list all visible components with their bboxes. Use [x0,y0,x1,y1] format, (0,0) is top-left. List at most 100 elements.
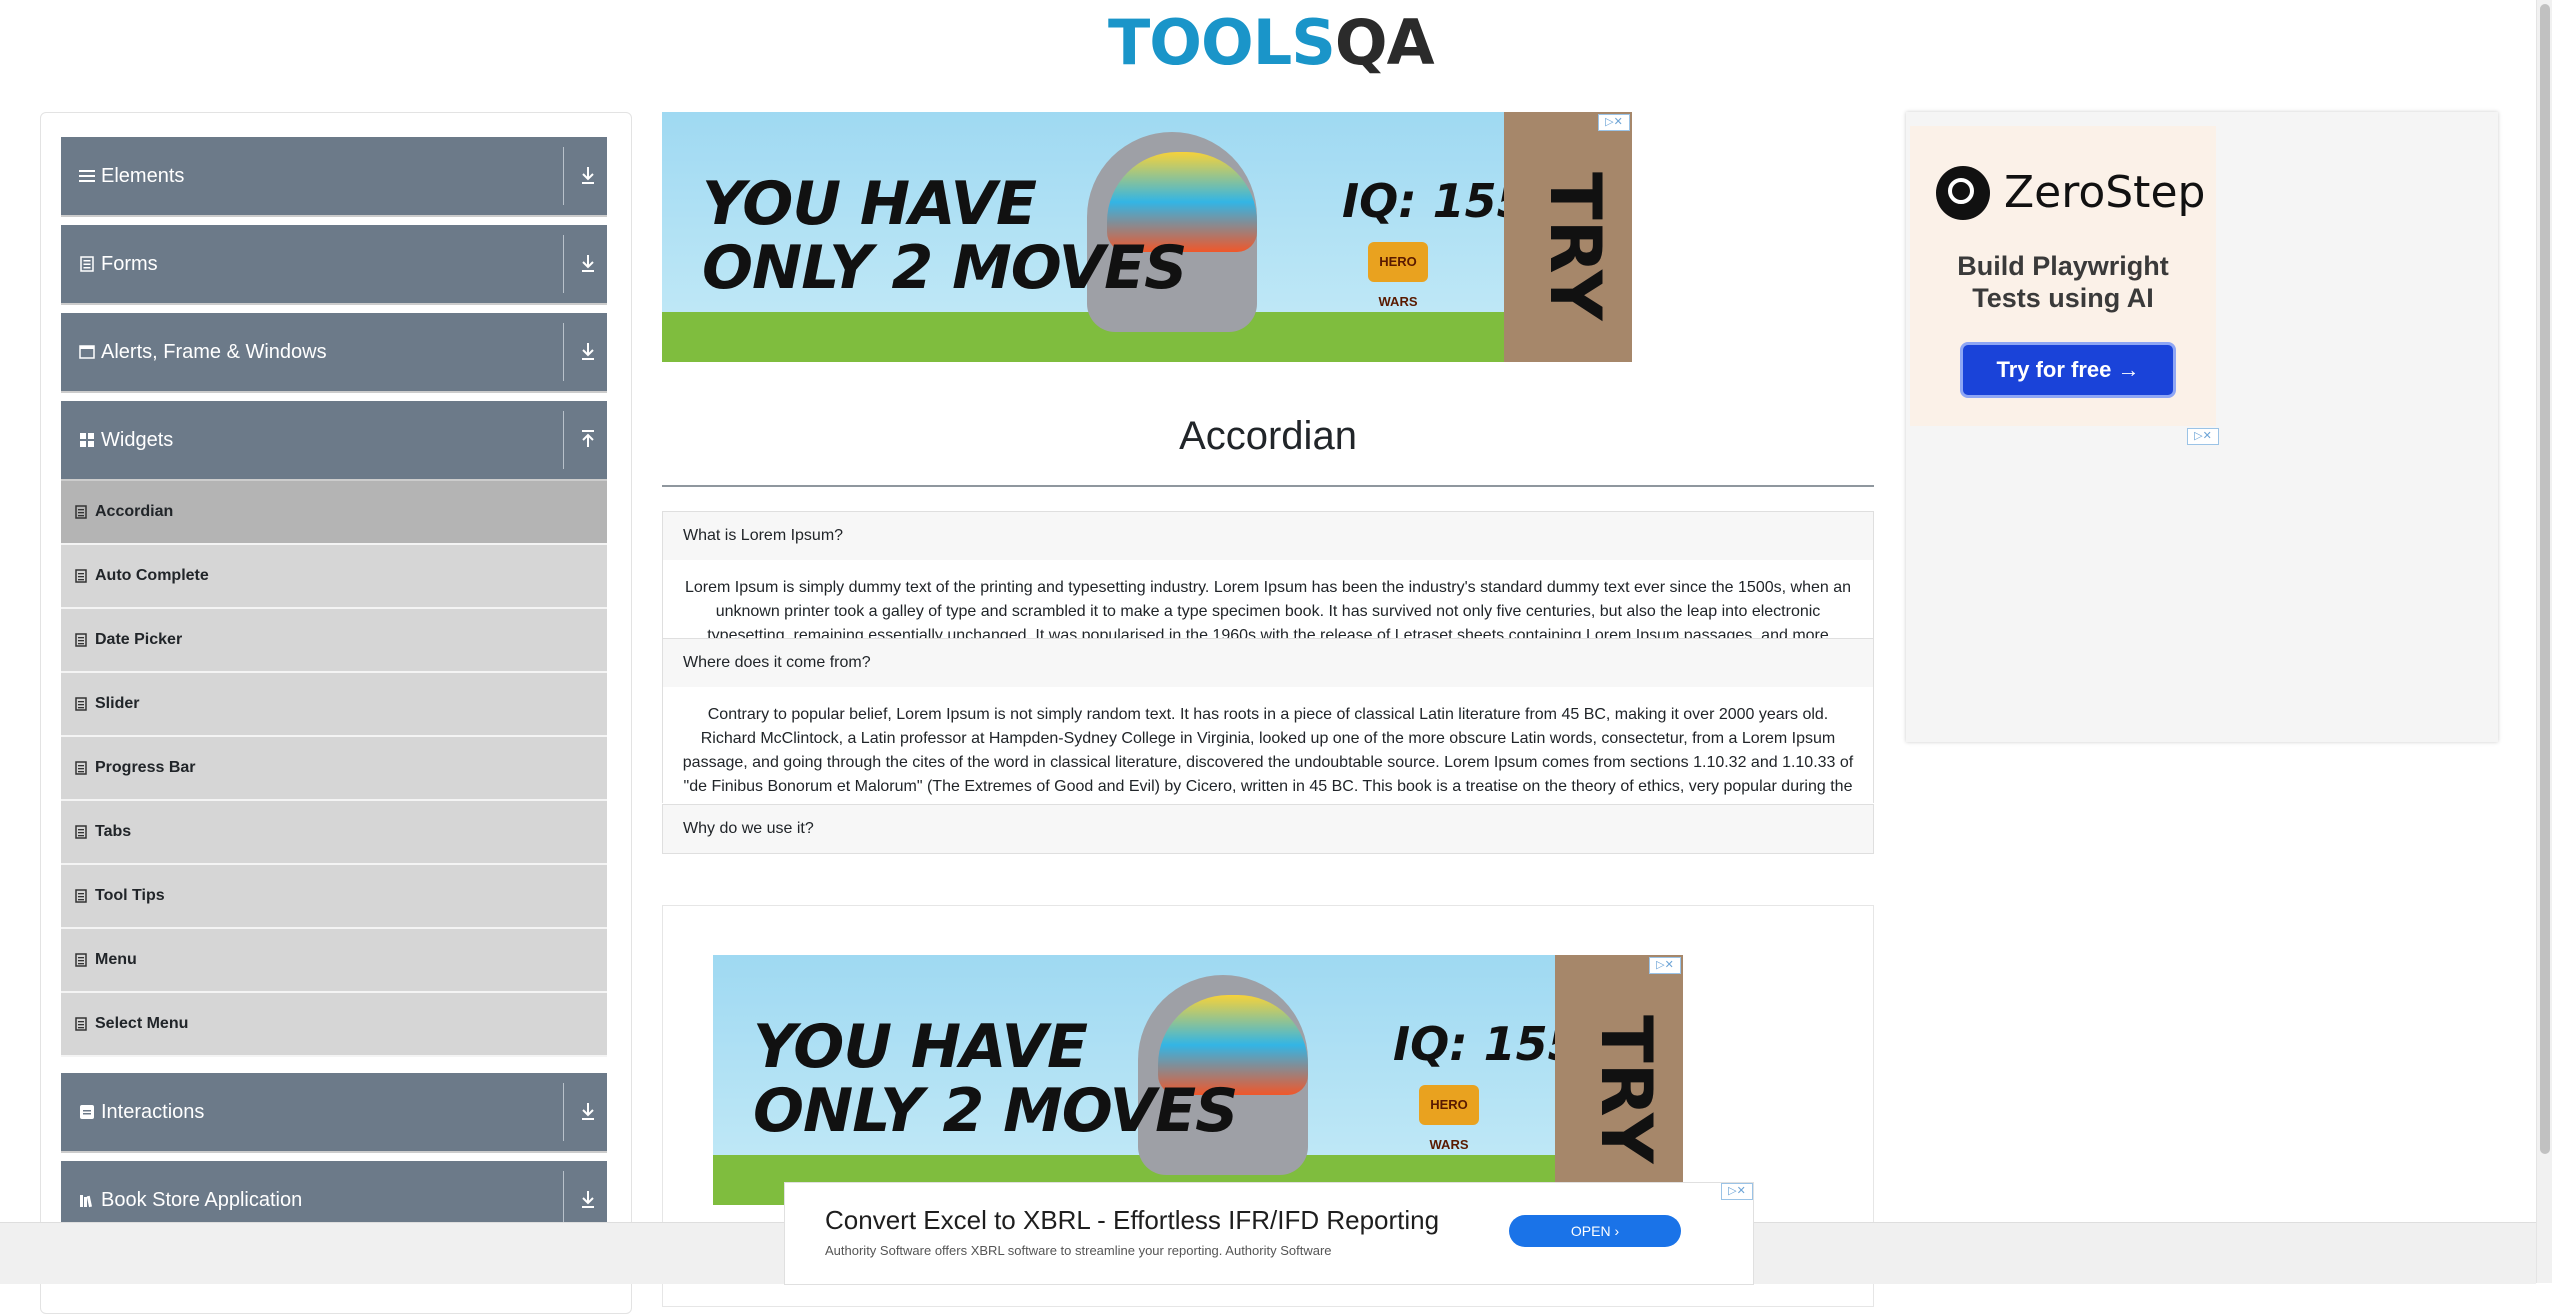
sidebar-group-label: Interactions [101,1100,205,1123]
sidebar-item-tabs[interactable]: Tabs [61,801,607,865]
sidebar-item-label: Accordian [95,503,174,520]
page-scrollbar[interactable] [2536,0,2552,1283]
sidebar-item-date-picker[interactable]: Date Picker [61,609,607,673]
open-button[interactable]: OPEN › [1509,1215,1681,1247]
sidebar-item-tool-tips[interactable]: Tool Tips [61,865,607,929]
sidebar-group-forms[interactable]: Forms [61,225,607,305]
ad-iq-text: IQ: 155 [1393,1017,1580,1071]
sidebar-item-progress-bar[interactable]: Progress Bar [61,737,607,801]
sidebar-group-widgets[interactable]: Widgets [61,401,607,481]
upload-icon[interactable] [577,428,599,450]
interactions-icon [80,1105,94,1119]
item-icon [75,697,87,711]
sidebar-group-label: Forms [101,252,158,275]
accordion-header-where-from[interactable]: Where does it come from? [662,638,1874,688]
ad-close-icon[interactable]: ▷✕ [1649,957,1681,974]
form-icon [80,256,94,272]
sidebar-group-label: Alerts, Frame & Windows [101,340,327,363]
zerostep-ad[interactable]: ZeroStep Build Playwright Tests using AI… [1910,126,2216,426]
ad-brand-logo: HERO WARS [1419,1085,1479,1152]
zerostep-name: ZeroStep [2004,167,2206,218]
accordion-body-text: Lorem Ipsum is simply dummy text of the … [685,579,1851,638]
ad-try-panel[interactable]: TRY [1555,955,1683,1205]
bottom-ad-title: Convert Excel to XBRL - Effortless IFR/I… [825,1205,1440,1235]
divider [563,147,564,205]
logo-part-tools: TOOLS [1108,6,1336,79]
accordion-header-label: Why do we use it? [683,820,814,837]
sidebar-item-label: Date Picker [95,631,183,648]
title-divider [662,485,1874,487]
ad-banner-top[interactable]: YOU HAVE ONLY 2 MOVES IQ: 155 HERO WARS … [662,112,1632,362]
download-icon[interactable] [577,1100,599,1122]
ad-headline: YOU HAVE ONLY 2 MOVES [753,1012,1238,1146]
logo-part-qa: QA [1334,6,1435,79]
download-icon[interactable] [577,252,599,274]
divider [563,235,564,293]
divider [563,411,564,469]
ad-iq-text: IQ: 155 [1342,174,1529,228]
window-icon [79,345,95,359]
item-icon [75,889,87,903]
accordion-header-why-use[interactable]: Why do we use it? [662,804,1874,854]
logo-text: TOOLSQA [1108,6,1435,80]
ad-try-panel[interactable]: TRY [1504,112,1632,362]
sidebar-item-auto-complete[interactable]: Auto Complete [61,545,607,609]
ad-try-text: TRY [1534,172,1616,321]
sidebar-group-label: Widgets [101,428,174,451]
widgets-icon [80,433,94,447]
accordion-header-label: What is Lorem Ipsum? [683,527,844,544]
accordion-body-text: Contrary to popular belief, Lorem Ipsum … [682,706,1854,795]
ad-close-icon[interactable]: ▷✕ [2187,428,2219,445]
zerostep-logo-icon [1936,166,1990,220]
ad-close-icon[interactable]: ▷✕ [1598,114,1630,131]
divider [563,1083,564,1141]
divider [563,1171,564,1229]
sidebar-item-select-menu[interactable]: Select Menu [61,993,607,1057]
accordion-header-what-is[interactable]: What is Lorem Ipsum? [662,511,1874,561]
sidebar-item-label: Auto Complete [95,567,209,584]
ad-brand-logo: HERO WARS [1368,242,1428,309]
page-header: TOOLSQA [0,0,2536,86]
item-icon [75,633,87,647]
list-icon [79,170,95,182]
zerostep-tagline: Build Playwright Tests using AI [1957,251,2169,313]
item-icon [75,761,87,775]
sidebar-item-label: Progress Bar [95,759,196,776]
item-icon [75,825,87,839]
divider [563,323,564,381]
sidebar-group-alerts[interactable]: Alerts, Frame & Windows [61,313,607,393]
sidebar-item-label: Tabs [95,823,132,840]
download-icon[interactable] [577,1188,599,1210]
scrollbar-thumb[interactable] [2540,4,2550,1154]
sidebar-item-slider[interactable]: Slider [61,673,607,737]
download-icon[interactable] [577,164,599,186]
item-icon [75,1017,87,1031]
sidebar-group-elements[interactable]: Elements [61,137,607,217]
sidebar-item-label: Select Menu [95,1015,189,1032]
ad-headline: YOU HAVE ONLY 2 MOVES [702,169,1187,303]
bottom-ad-subtitle: Authority Software offers XBRL software … [825,1243,1332,1258]
accordion-body-what-is: Lorem Ipsum is simply dummy text of the … [662,560,1874,638]
item-icon [75,569,87,583]
sidebar-item-label: Tool Tips [95,887,165,904]
sidebar-group-interactions[interactable]: Interactions [61,1073,607,1153]
ad-banner-middle[interactable]: YOU HAVE ONLY 2 MOVES IQ: 155 HERO WARS … [713,955,1683,1205]
sidebar-item-label: Menu [95,951,137,968]
download-icon[interactable] [577,340,599,362]
ad-try-text: TRY [1585,1015,1667,1164]
sidebar-group-label: Book Store Application [101,1188,303,1211]
accordion-header-label: Where does it come from? [683,654,871,671]
sidebar-item-label: Slider [95,695,140,712]
ad-close-icon[interactable]: ▷✕ [1721,1183,1753,1200]
sidebar-group-label: Elements [101,164,185,187]
bottom-ad[interactable]: Convert Excel to XBRL - Effortless IFR/I… [784,1182,1754,1285]
accordion-body-where-from: Contrary to popular belief, Lorem Ipsum … [662,687,1874,803]
item-icon [75,505,87,519]
book-store-icon [80,1195,92,1208]
sidebar-item-accordian[interactable]: Accordian [61,481,607,545]
page-title: Accordian [1179,414,1357,458]
zerostep-logo-ring [1948,178,1974,204]
toolsqa-logo[interactable]: TOOLSQA [1108,6,1435,80]
try-for-free-button[interactable]: Try for free → [1960,342,2176,398]
sidebar-item-menu[interactable]: Menu [61,929,607,993]
